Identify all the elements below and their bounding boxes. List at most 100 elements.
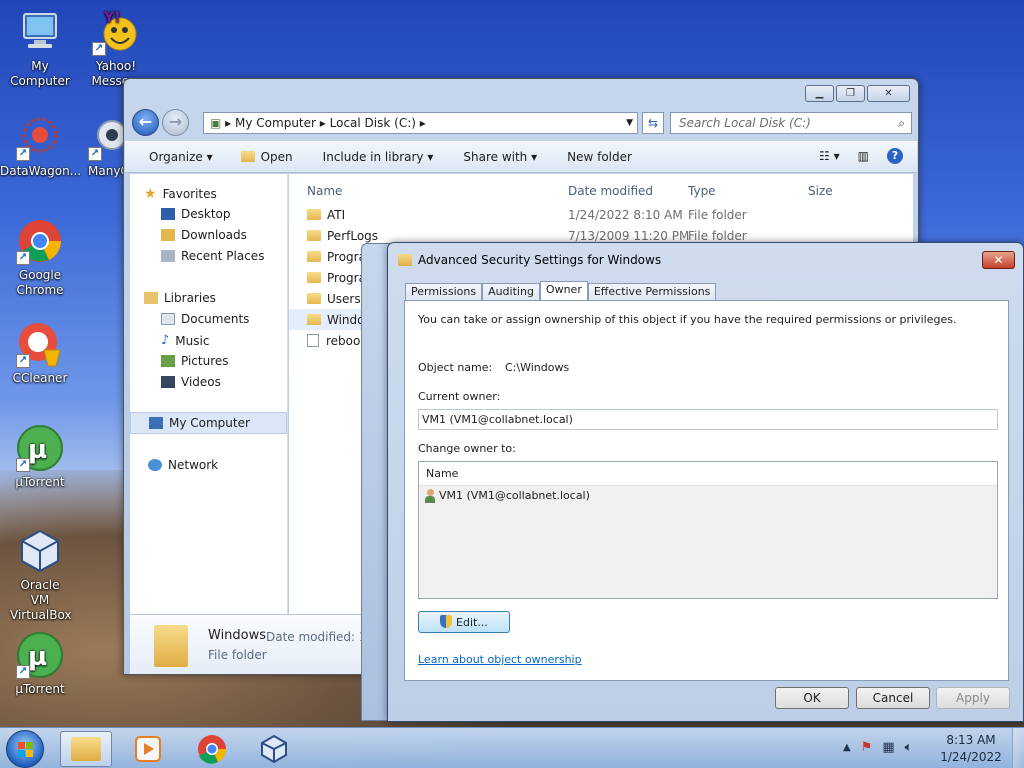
command-bar: Organize ▾ Open Include in library ▾ Sha… <box>125 141 917 173</box>
cancel-button[interactable]: Cancel <box>856 687 930 709</box>
maximize-button[interactable]: ❐ <box>836 85 865 102</box>
column-header-size[interactable]: Size <box>808 184 833 198</box>
nav-label: Recent Places <box>181 249 265 263</box>
file-row[interactable]: ATI 1/24/2022 8:10 AM File folder <box>289 204 909 225</box>
advanced-security-dialog[interactable]: Advanced Security Settings for Windows ✕… <box>387 242 1024 722</box>
chrome-icon <box>198 735 227 764</box>
file-name: reboo <box>326 334 361 348</box>
desktop-icon-manycam[interactable]: ↗ ManyC... <box>76 113 126 179</box>
taskbar-explorer[interactable] <box>60 731 112 767</box>
clock[interactable]: 8:13 AM 1/24/2022 <box>940 732 1002 766</box>
desktop-icon-ccleaner[interactable]: ↗ CCleaner <box>0 320 80 386</box>
folder-icon <box>307 209 321 220</box>
taskbar-media-player[interactable] <box>122 731 174 767</box>
new-folder-button[interactable]: New folder <box>567 150 632 164</box>
tab-owner[interactable]: Owner <box>539 281 588 301</box>
search-icon[interactable]: ⌕ <box>898 113 905 133</box>
back-button[interactable]: ← <box>132 109 159 136</box>
taskbar-virtualbox[interactable] <box>248 731 300 767</box>
desktop-icon-datawagon[interactable]: ↗ DataWagon... <box>0 113 81 179</box>
column-header-type[interactable]: Type <box>688 184 716 198</box>
nav-desktop[interactable]: Desktop <box>161 207 231 221</box>
dialog-close-button[interactable]: ✕ <box>982 251 1015 269</box>
address-dropdown-icon[interactable]: ▼ <box>626 113 633 133</box>
list-header-name[interactable]: Name <box>419 462 997 486</box>
show-hidden-icons-icon[interactable]: ▲ <box>843 742 851 753</box>
nav-label: Favorites <box>162 187 217 201</box>
minimize-button[interactable]: ▁ <box>805 85 834 102</box>
nav-videos[interactable]: Videos <box>161 375 221 389</box>
change-owner-list[interactable]: Name VM1 (VM1@collabnet.local) <box>418 461 998 599</box>
breadcrumb-my-computer[interactable]: My Computer <box>235 116 316 130</box>
breadcrumb-local-disk[interactable]: Local Disk (C:) <box>330 116 416 130</box>
open-label: Open <box>260 150 293 164</box>
help-icon[interactable]: ? <box>887 148 903 164</box>
shortcut-arrow-icon: ↗ <box>16 354 30 368</box>
change-owner-label: Change owner to: <box>418 442 516 455</box>
object-name-value: C:\Windows <box>505 361 570 374</box>
learn-ownership-link[interactable]: Learn about object ownership <box>418 653 582 666</box>
shortcut-arrow-icon: ↗ <box>16 665 30 679</box>
volume-icon[interactable]: 🔈︎ <box>905 740 913 755</box>
edit-button[interactable]: Edit... <box>418 611 510 633</box>
forward-button[interactable]: → <box>162 109 189 136</box>
clock-date: 1/24/2022 <box>940 750 1002 764</box>
nav-pictures[interactable]: Pictures <box>161 354 229 368</box>
desktop-icon-utorrent-2[interactable]: µ ↗ µTorrent <box>0 631 80 697</box>
share-with-button[interactable]: Share with ▾ <box>463 150 537 164</box>
taskbar-chrome[interactable] <box>186 731 238 767</box>
videos-icon <box>161 376 175 388</box>
file-type: File folder <box>688 208 747 222</box>
yahoo-messenger-icon: Y! ↗ <box>92 8 140 56</box>
nav-label: My Computer <box>169 416 250 430</box>
explorer-icon <box>71 737 101 761</box>
nav-libraries[interactable]: Libraries <box>144 291 216 305</box>
apply-button[interactable]: Apply <box>936 687 1010 709</box>
details-date-label: Date modified: 1/ <box>266 630 371 644</box>
folder-icon <box>307 251 321 262</box>
computer-icon <box>16 8 64 56</box>
nav-downloads[interactable]: Downloads <box>161 228 247 242</box>
list-item[interactable]: VM1 (VM1@collabnet.local) <box>419 486 997 506</box>
include-in-library-button[interactable]: Include in library ▾ <box>323 150 434 164</box>
organize-label: Organize <box>149 150 203 164</box>
tab-effective-permissions[interactable]: Effective Permissions <box>587 283 717 301</box>
list-item-label: VM1 (VM1@collabnet.local) <box>439 489 590 502</box>
svg-text:Y!: Y! <box>103 10 121 26</box>
search-input[interactable]: Search Local Disk (C:) ⌕ <box>670 112 912 134</box>
nav-network[interactable]: Network <box>148 458 218 472</box>
desktop-icon-yahoo-messenger[interactable]: Y! ↗ Yahoo! Messe... <box>76 8 156 89</box>
tab-auditing[interactable]: Auditing <box>482 283 540 301</box>
desktop-icon-my-computer[interactable]: My Computer <box>0 8 80 89</box>
desktop-icon-utorrent[interactable]: µ ↗ µTorrent <box>0 424 80 490</box>
shortcut-arrow-icon: ↗ <box>92 42 106 56</box>
nav-label: Music <box>175 333 210 348</box>
column-header-name[interactable]: Name <box>307 184 342 198</box>
change-view-icon[interactable]: ☷ ▾ <box>819 149 840 163</box>
nav-my-computer[interactable]: My Computer <box>130 412 287 434</box>
refresh-button[interactable]: ⇆ <box>642 112 664 134</box>
address-bar[interactable]: ▣ ▸ My Computer ▸ Local Disk (C:) ▸ ▼ <box>203 112 638 134</box>
show-desktop-button[interactable] <box>1012 728 1024 768</box>
network-icon[interactable]: ▦ <box>882 740 894 755</box>
start-button[interactable] <box>6 730 44 768</box>
nav-favorites[interactable]: ★ Favorites <box>144 186 217 202</box>
large-folder-icon <box>154 625 188 667</box>
close-button[interactable]: ✕ <box>867 85 910 102</box>
open-button[interactable]: Open <box>240 150 293 164</box>
nav-label: Videos <box>181 375 221 389</box>
desktop-icon-google-chrome[interactable]: ↗ Google Chrome <box>0 217 80 298</box>
nav-documents[interactable]: Documents <box>161 312 249 326</box>
nav-music[interactable]: ♪ Music <box>161 333 209 348</box>
desktop-icon-virtualbox[interactable]: Oracle VM VirtualBox <box>0 527 80 623</box>
user-icon <box>425 489 435 503</box>
column-header-date-modified[interactable]: Date modified <box>568 184 653 198</box>
organize-button[interactable]: Organize ▾ <box>149 150 213 164</box>
nav-label: Network <box>168 458 219 472</box>
action-center-flag-icon[interactable]: ⚑ <box>861 740 873 755</box>
ok-button[interactable]: OK <box>775 687 849 709</box>
preview-pane-icon[interactable]: ▥ <box>858 149 869 163</box>
nav-recent-places[interactable]: Recent Places <box>161 249 264 263</box>
tab-permissions[interactable]: Permissions <box>405 283 483 301</box>
shortcut-arrow-icon: ↗ <box>88 147 102 161</box>
